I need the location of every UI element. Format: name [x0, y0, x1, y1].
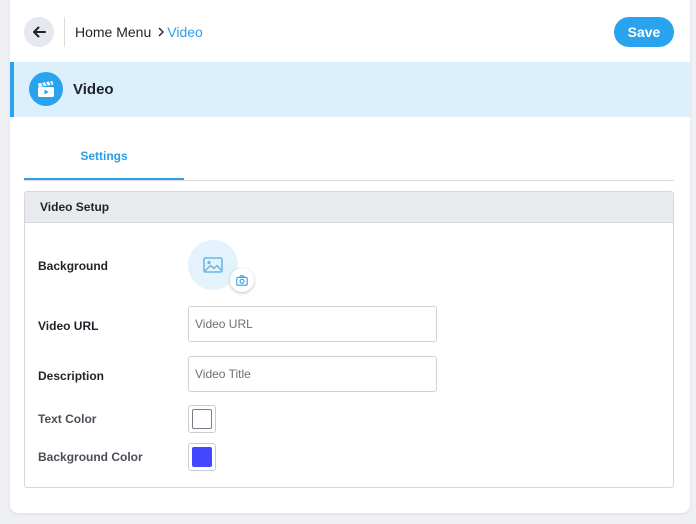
camera-icon — [236, 274, 248, 286]
text-color-swatch[interactable] — [188, 405, 216, 433]
camera-upload-button[interactable] — [230, 268, 254, 292]
tab-settings[interactable]: Settings — [24, 133, 184, 180]
text-color-label: Text Color — [38, 412, 97, 426]
text-color-fill — [192, 409, 212, 429]
divider — [64, 17, 65, 47]
tab-bar: Settings — [24, 133, 674, 181]
video-url-label: Video URL — [38, 319, 99, 333]
arrow-left-icon — [33, 26, 46, 38]
breadcrumb-home[interactable]: Home Menu — [75, 24, 151, 40]
chevron-right-icon — [157, 27, 165, 37]
image-icon — [203, 257, 223, 273]
background-color-swatch[interactable] — [188, 443, 216, 471]
background-color-label: Background Color — [38, 450, 143, 464]
description-label: Description — [38, 369, 105, 383]
save-button[interactable]: Save — [614, 17, 674, 47]
editor-card: Home Menu Video Save Video Settings Vide… — [10, 0, 690, 513]
breadcrumb: Home Menu Video — [75, 24, 203, 40]
description-input[interactable] — [188, 356, 437, 392]
back-button[interactable] — [24, 17, 54, 47]
video-clapper-icon — [29, 72, 63, 106]
background-label: Background — [38, 259, 109, 273]
breadcrumb-current[interactable]: Video — [167, 24, 203, 40]
video-setup-panel: Video Setup Background Video URL Descrip… — [24, 191, 674, 488]
video-url-input[interactable] — [188, 306, 437, 342]
section-title: Video — [73, 81, 114, 98]
panel-title: Video Setup — [25, 192, 673, 223]
background-color-fill — [192, 447, 212, 467]
section-header: Video — [10, 62, 690, 117]
top-bar: Home Menu Video Save — [10, 0, 690, 62]
